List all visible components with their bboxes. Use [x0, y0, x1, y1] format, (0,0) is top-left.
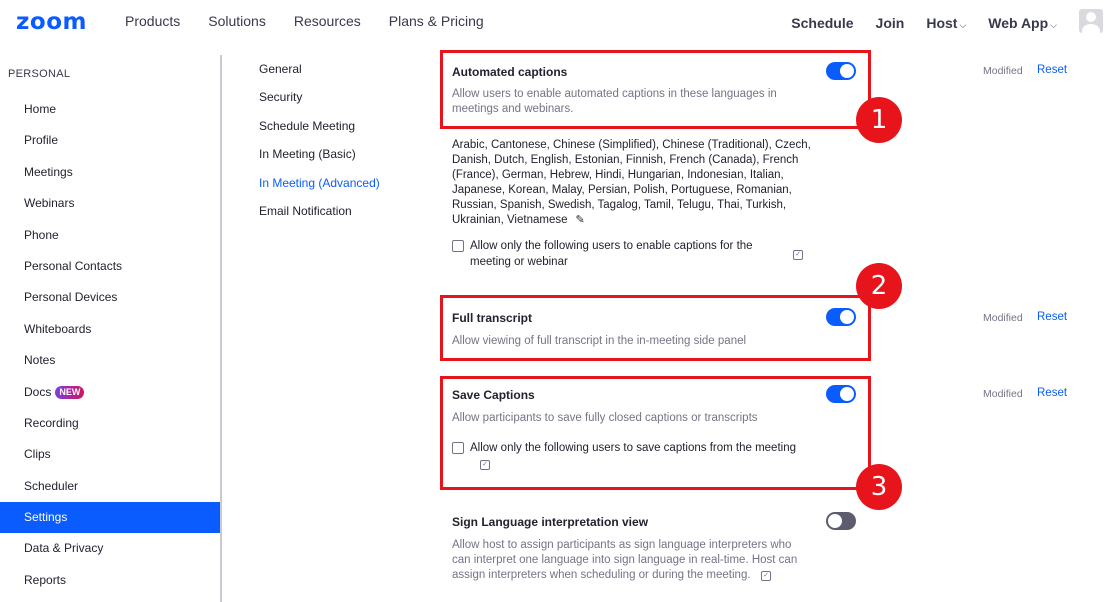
toggle-knob: [828, 514, 842, 528]
enable-captions-checkbox-label: Allow only the following users to enable…: [470, 240, 753, 268]
annotation-marker-3: 3: [856, 464, 902, 510]
automated-captions-status: Modified: [983, 65, 1023, 77]
chevron-down-icon: ⌵: [959, 20, 967, 30]
nav-plans-pricing[interactable]: Plans & Pricing: [389, 13, 484, 29]
nav-host-label: Host: [926, 15, 958, 31]
settings-subnav: General Security Schedule Meeting In Mee…: [259, 61, 380, 231]
chevron-down-icon: ⌵: [1050, 20, 1057, 30]
full-transcript-reset[interactable]: Reset: [1037, 311, 1067, 323]
sign-language-title: Sign Language interpretation view: [452, 515, 649, 529]
sidebar-item-notes[interactable]: Notes: [0, 345, 220, 376]
sidebar-item-personal-devices[interactable]: Personal Devices: [0, 282, 220, 313]
new-badge: NEW: [55, 385, 85, 399]
sidebar-item-profile[interactable]: Profile: [0, 125, 220, 156]
save-captions-status: Modified: [983, 388, 1023, 400]
sidebar-item-home[interactable]: Home: [0, 94, 220, 125]
sidebar-item-reports[interactable]: Reports: [0, 565, 220, 596]
sidebar-list: Home Profile Meetings Webinars Phone Per…: [0, 94, 220, 596]
sign-language-desc: Allow host to assign participants as sig…: [452, 539, 798, 581]
caption-languages: Arabic, Cantonese, Chinese (Simplified),…: [452, 138, 822, 229]
nav-schedule[interactable]: Schedule: [791, 15, 853, 31]
zoom-logo[interactable]: zoom: [16, 9, 87, 35]
sidebar-item-label: Docs: [24, 384, 52, 399]
info-icon[interactable]: ✓: [793, 250, 803, 260]
subnav-schedule-meeting[interactable]: Schedule Meeting: [259, 118, 380, 146]
sidebar-heading: PERSONAL: [8, 68, 71, 80]
caption-languages-text: Arabic, Cantonese, Chinese (Simplified),…: [452, 139, 811, 227]
nav-web-app[interactable]: Web App ⌵: [988, 15, 1057, 31]
annotation-marker-1: 1: [856, 97, 902, 143]
subnav-general[interactable]: General: [259, 61, 380, 89]
nav-resources[interactable]: Resources: [294, 13, 361, 29]
info-icon[interactable]: ✓: [761, 571, 771, 581]
sidebar: PERSONAL Home Profile Meetings Webinars …: [0, 55, 222, 602]
annotation-box-3: [440, 376, 871, 490]
sidebar-item-scheduler[interactable]: Scheduler: [0, 471, 220, 502]
automated-captions-reset[interactable]: Reset: [1037, 64, 1067, 76]
subnav-in-meeting-advanced[interactable]: In Meeting (Advanced): [259, 175, 380, 203]
main-menu: Products Solutions Resources Plans & Pri…: [125, 13, 512, 29]
nav-host[interactable]: Host ⌵: [926, 15, 966, 31]
sidebar-item-personal-contacts[interactable]: Personal Contacts: [0, 251, 220, 282]
sidebar-item-recording[interactable]: Recording: [0, 408, 220, 439]
nav-join[interactable]: Join: [876, 15, 905, 31]
subnav-email-notification[interactable]: Email Notification: [259, 203, 380, 231]
user-avatar-icon[interactable]: [1079, 9, 1103, 33]
sidebar-item-clips[interactable]: Clips: [0, 439, 220, 470]
annotation-box-1: [440, 50, 871, 129]
pencil-icon[interactable]: ✎: [576, 213, 585, 228]
sidebar-item-webinars[interactable]: Webinars: [0, 188, 220, 219]
subnav-in-meeting-basic[interactable]: In Meeting (Basic): [259, 146, 380, 174]
save-captions-reset[interactable]: Reset: [1037, 387, 1067, 399]
nav-solutions[interactable]: Solutions: [208, 13, 266, 29]
sign-language-toggle[interactable]: [826, 512, 856, 530]
full-transcript-status: Modified: [983, 312, 1023, 324]
nav-web-app-label: Web App: [988, 15, 1049, 31]
sidebar-item-data-privacy[interactable]: Data & Privacy: [0, 533, 220, 564]
annotation-box-2: [440, 295, 871, 361]
sidebar-item-settings[interactable]: Settings: [0, 502, 220, 534]
sidebar-item-meetings[interactable]: Meetings: [0, 157, 220, 188]
sidebar-item-docs[interactable]: Docs NEW: [0, 377, 220, 408]
nav-products[interactable]: Products: [125, 13, 180, 29]
sidebar-item-whiteboards[interactable]: Whiteboards: [0, 314, 220, 345]
account-menu: Schedule Join Host ⌵ Web App ⌵: [791, 9, 1111, 33]
enable-captions-checkbox[interactable]: [452, 240, 464, 252]
subnav-security[interactable]: Security: [259, 89, 380, 117]
top-navigation: zoom Products Solutions Resources Plans …: [0, 0, 1111, 44]
annotation-marker-2: 2: [856, 263, 902, 309]
sidebar-item-phone[interactable]: Phone: [0, 220, 220, 251]
